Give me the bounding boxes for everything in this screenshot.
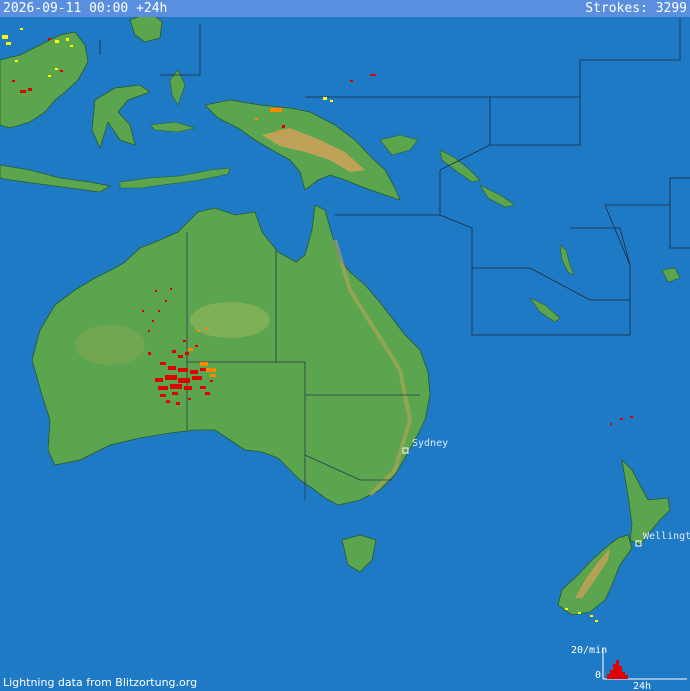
terrain-tint [75, 325, 145, 365]
date-range: 2026-09-11 00:00 +24h [3, 1, 168, 16]
city-label-sydney: Sydney [412, 438, 448, 449]
histogram-range-label: 24h [633, 681, 651, 690]
strokes-count: Strokes: 3299 [585, 1, 687, 16]
lightning-map: Sydney Wellington [0, 0, 690, 691]
terrain-tint [190, 302, 270, 338]
data-credit: Lightning data from Blitzortung.org [3, 676, 198, 689]
histogram-zero-label: 0 [595, 670, 601, 681]
city-label-wellington: Wellington [643, 531, 690, 542]
histogram-bars [607, 660, 628, 679]
header-bar: 2026-09-11 00:00 +24h Strokes: 3299 [0, 0, 690, 17]
activity-histogram: 20/min 0 24h [571, 645, 687, 690]
histogram-rate-label: 20/min [571, 645, 607, 656]
